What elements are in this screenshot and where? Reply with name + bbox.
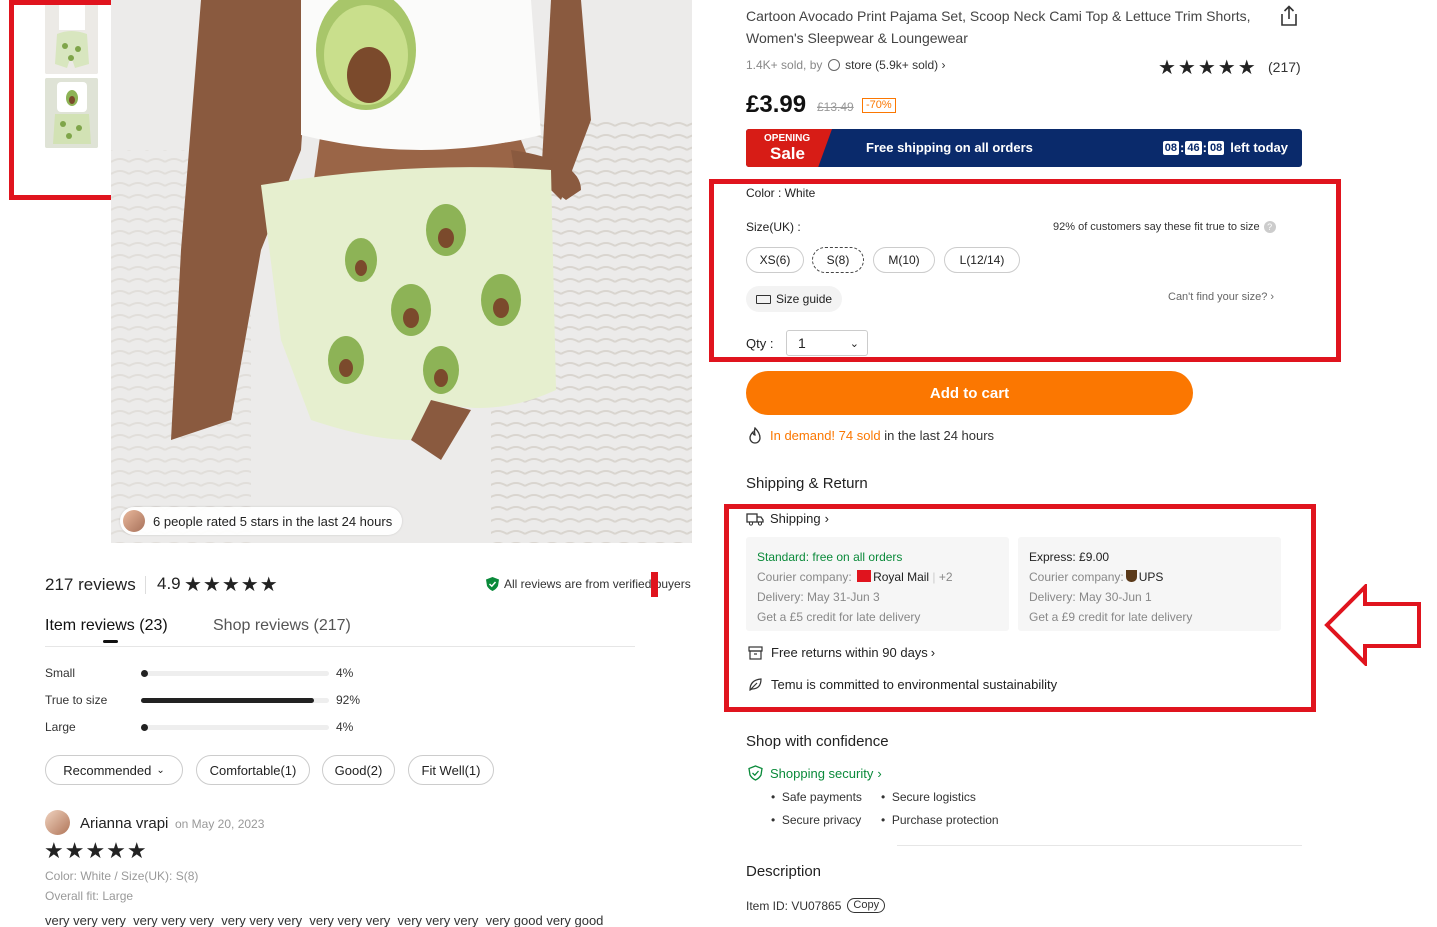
reviewer-avatar xyxy=(45,810,70,835)
add-to-cart-button[interactable]: Add to cart xyxy=(746,371,1193,415)
fit-pct-large: 4% xyxy=(336,720,354,734)
tab-active-indicator xyxy=(103,640,118,643)
original-price: £13.49 xyxy=(817,100,854,114)
review-stars: ★★★★★ xyxy=(184,574,279,596)
confidence-item-label: Purchase protection xyxy=(891,813,999,827)
free-shipping-text: Free shipping on all orders xyxy=(866,140,1033,155)
fit-label-true: True to size xyxy=(45,693,108,707)
highlight-marker xyxy=(651,572,658,597)
left-arrow-annotation xyxy=(1323,582,1423,668)
fit-pct-small: 4% xyxy=(336,666,354,680)
confidence-item-1: • Safe payments xyxy=(771,790,862,804)
store-sold: (5.9k+ sold) xyxy=(875,58,939,72)
product-title: Cartoon Avocado Print Pajama Set, Scoop … xyxy=(746,8,1251,46)
verified-text: All reviews are from verified buyers xyxy=(504,577,691,591)
fit-label-large: Large xyxy=(45,720,76,734)
confidence-item-label: Secure logistics xyxy=(891,790,976,804)
fit-pct-true: 92% xyxy=(336,693,361,707)
sold-count: 1.4K+ sold, by xyxy=(746,58,823,72)
shipping-return-title: Shipping & Return xyxy=(746,475,868,492)
chevron-right-icon: › xyxy=(877,765,882,781)
review-variant: Color: White / Size(UK): S(8) xyxy=(45,869,199,883)
chevron-down-icon: ⌄ xyxy=(156,764,165,776)
confidence-item-2: • Secure logistics xyxy=(881,790,976,804)
confidence-title: Shop with confidence xyxy=(746,733,889,750)
shield-check-icon xyxy=(748,765,763,781)
section-divider xyxy=(897,845,1302,846)
filter-comfortable[interactable]: Comfortable(1) xyxy=(196,755,310,785)
left-today-text: left today xyxy=(1230,140,1288,155)
product-rating-count[interactable]: (217) xyxy=(1268,59,1301,75)
description-title: Description xyxy=(746,863,822,880)
chevron-right-icon: › xyxy=(941,58,946,72)
fit-label-small: Small xyxy=(45,666,76,680)
item-id-row: Item ID: VU07865 Copy xyxy=(746,898,886,913)
confidence-item-4: • Purchase protection xyxy=(881,813,999,827)
tabs-divider xyxy=(45,646,635,647)
shopping-security-label: Shopping security xyxy=(770,765,874,781)
rated-text: 6 people rated 5 stars in the last 24 ho… xyxy=(153,513,393,529)
verified-note: All reviews are from verified buyers xyxy=(486,577,691,591)
filter-label: Recommended xyxy=(63,762,152,778)
review-text: very very very very very very very very … xyxy=(45,913,604,927)
fit-bar-large xyxy=(141,724,329,731)
review-date: on May 20, 2023 xyxy=(175,817,265,831)
timer-minutes: 46 xyxy=(1185,140,1202,155)
share-icon[interactable] xyxy=(1279,5,1299,27)
store-link[interactable]: store xyxy=(845,58,872,72)
review-overall-fit: Overall fit: Large xyxy=(45,889,134,903)
confidence-item-label: Safe payments xyxy=(781,790,862,804)
item-id: Item ID: VU07865 xyxy=(746,898,842,913)
reviewer-name[interactable]: Arianna vrapi xyxy=(80,815,168,832)
demand-rest: in the last 24 hours xyxy=(884,428,995,443)
product-rating-stars[interactable]: ★★★★★ xyxy=(1158,55,1258,80)
current-price: £3.99 xyxy=(746,91,807,118)
discount-badge: -70% xyxy=(862,98,896,113)
confidence-item-label: Secure privacy xyxy=(781,813,862,827)
timer-hours: 08 xyxy=(1162,140,1180,155)
review-score: 4.9 xyxy=(157,574,181,593)
demand-highlight: In demand! 74 sold xyxy=(770,428,881,443)
rated-badge: 6 people rated 5 stars in the last 24 ho… xyxy=(120,507,403,535)
filter-fit-well[interactable]: Fit Well(1) xyxy=(408,755,494,785)
sale-text: Sale xyxy=(770,144,805,163)
reviews-count: 217 reviews xyxy=(45,575,136,594)
flame-icon xyxy=(748,426,762,444)
opening-sale-badge: OPENING Sale xyxy=(746,129,832,167)
countdown-timer: 08: 46: 08 left today xyxy=(1162,140,1288,155)
shield-check-icon xyxy=(486,577,499,591)
reviewer-avatar-icon xyxy=(123,510,145,532)
confidence-item-3: • Secure privacy xyxy=(771,813,862,827)
fit-bar-true xyxy=(141,698,329,703)
divider xyxy=(145,576,146,594)
opening-sale-banner: OPENING Sale Free shipping on all orders… xyxy=(746,129,1302,167)
filter-good[interactable]: Good(2) xyxy=(322,755,395,785)
sold-line: 1.4K+ sold, by store (5.9k+ sold) › xyxy=(746,58,945,72)
tab-shop-reviews[interactable]: Shop reviews (217) xyxy=(213,617,351,635)
demand-note: In demand! 74 sold in the last 24 hours xyxy=(748,426,995,444)
store-logo-icon xyxy=(827,59,840,71)
copy-button[interactable]: Copy xyxy=(847,898,886,913)
filter-recommended-dropdown[interactable]: Recommended ⌄ xyxy=(45,755,183,785)
timer-seconds: 08 xyxy=(1207,140,1225,155)
highlight-box-shipping xyxy=(724,504,1316,712)
product-main-image[interactable] xyxy=(111,0,692,543)
shopping-security-link[interactable]: Shopping security › xyxy=(748,765,882,781)
highlight-box-options xyxy=(709,179,1341,362)
opening-text: OPENING xyxy=(764,133,811,144)
fit-bar-small xyxy=(141,670,329,677)
review-rating-stars: ★★★★★ xyxy=(44,838,148,863)
tab-item-reviews[interactable]: Item reviews (23) xyxy=(45,617,168,635)
